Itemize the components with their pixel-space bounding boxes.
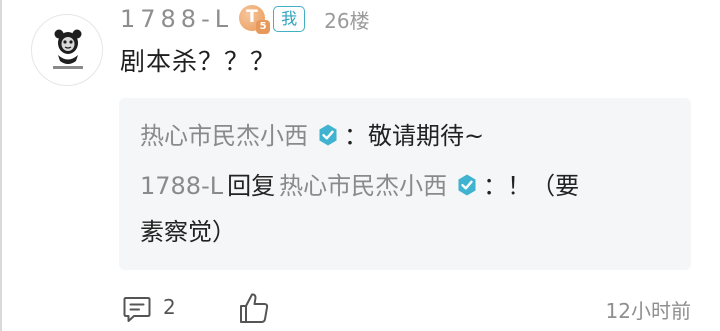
- verified-badge-icon: [319, 124, 337, 146]
- comment-timestamp: 12小时前: [605, 299, 691, 323]
- reply-text-continuation: 素察觉）: [140, 218, 236, 246]
- reply-item[interactable]: 热心市民杰小西 ：敬请期待~: [140, 118, 484, 155]
- comment-icon[interactable]: [121, 293, 153, 325]
- panda-avatar-icon: [50, 29, 86, 72]
- comment-count: 2: [163, 295, 176, 319]
- reply-text: 敬请期待~: [368, 122, 485, 150]
- level-badge-icon: T 5: [239, 5, 271, 34]
- reply-separator: ：: [483, 172, 508, 200]
- reply-text: ！（要: [507, 172, 580, 200]
- reply-separator: ：: [344, 122, 368, 150]
- thumbs-up-icon[interactable]: [237, 291, 271, 325]
- reply-item[interactable]: 1788-L 回复 热心市民杰小西 ：！（要: [140, 168, 579, 205]
- reply-text-continued: 素察觉）: [140, 214, 236, 251]
- floor-number: 26楼: [324, 8, 370, 33]
- reply-author[interactable]: 热心市民杰小西: [140, 122, 308, 150]
- user-avatar[interactable]: [31, 14, 103, 86]
- replies-box[interactable]: 热心市民杰小西 ：敬请期待~ 1788-L 回复 热心市民杰小西 ：！（要 素察觉）: [119, 98, 691, 270]
- left-divider: [0, 0, 2, 331]
- comment-username[interactable]: 1788-L: [120, 5, 233, 33]
- verified-badge-icon: [458, 174, 476, 196]
- level-number: 5: [256, 20, 271, 34]
- reply-action: 回复: [227, 172, 276, 200]
- comment-text: 剧本杀？？？: [120, 47, 277, 76]
- reply-author[interactable]: 1788-L: [140, 172, 223, 200]
- comment-header: 1788-L T 5 我 26楼: [120, 2, 370, 36]
- me-badge: 我: [273, 6, 306, 32]
- comment-footer: 2 12小时前: [121, 291, 691, 327]
- reply-target[interactable]: 热心市民杰小西: [279, 172, 447, 200]
